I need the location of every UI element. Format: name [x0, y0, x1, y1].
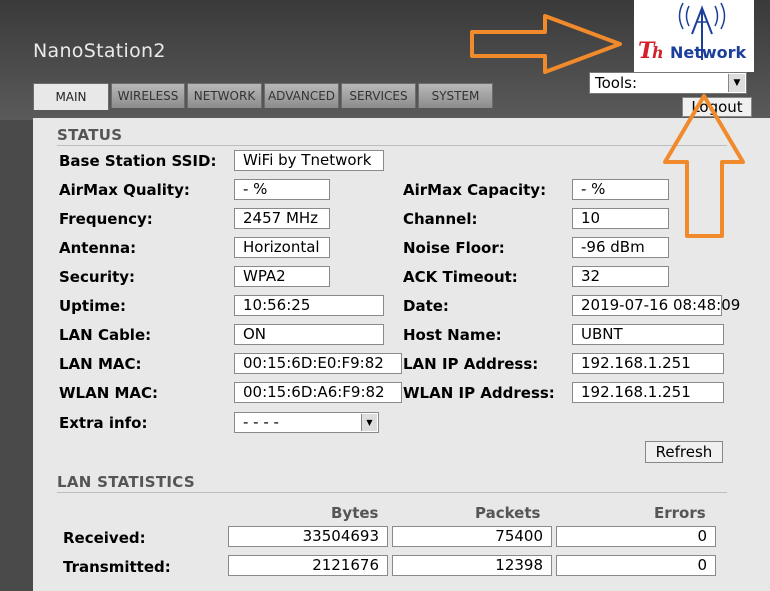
host-name-value: UBNT [572, 324, 724, 345]
lan-cable-value: ON [234, 324, 384, 345]
security-label: Security: [59, 268, 136, 286]
status-divider [57, 145, 727, 146]
tab-system[interactable]: SYSTEM [418, 83, 493, 108]
antenna-value: Horizontal [234, 237, 330, 258]
tab-main[interactable]: MAIN [33, 83, 109, 110]
logo-network-text: Network [670, 43, 747, 62]
airmax-quality-label: AirMax Quality: [59, 181, 190, 199]
antenna-label: Antenna: [59, 239, 137, 257]
main-content-panel: STATUS Base Station SSID: WiFi by Tnetwo… [33, 118, 770, 591]
received-label: Received: [63, 529, 146, 547]
tab-network[interactable]: NETWORK [187, 83, 262, 108]
uptime-label: Uptime: [59, 297, 127, 315]
lan-mac-value: 00:15:6D:E0:F9:82 [234, 353, 402, 374]
tnetwork-logo: T h Network [634, 0, 754, 72]
tools-selected-value: Tools: [595, 74, 638, 92]
transmitted-label: Transmitted: [63, 558, 171, 576]
host-name-label: Host Name: [403, 326, 502, 344]
airmax-capacity-label: AirMax Capacity: [403, 181, 547, 199]
tab-wireless[interactable]: WIRELESS [111, 83, 185, 108]
channel-value: 10 [572, 208, 669, 229]
tab-advanced[interactable]: ADVANCED [264, 83, 339, 108]
airmax-capacity-value: - % [572, 179, 669, 200]
noise-floor-label: Noise Floor: [403, 239, 505, 257]
lan-statistics-divider [57, 492, 727, 493]
ssid-label: Base Station SSID: [59, 152, 217, 170]
wlan-ip-label: WLAN IP Address: [403, 384, 555, 402]
wlan-ip-value: 192.168.1.251 [572, 382, 724, 403]
lan-ip-label: LAN IP Address: [403, 355, 539, 373]
extra-info-label: Extra info: [59, 414, 148, 432]
ack-timeout-value: 32 [572, 266, 669, 287]
wlan-mac-value: 00:15:6D:A6:F9:82 [234, 382, 402, 403]
extra-info-value: - - - - [243, 413, 279, 431]
bytes-column-header: Bytes [331, 504, 379, 522]
transmitted-errors: 0 [556, 555, 716, 576]
ssid-value: WiFi by Tnetwork [234, 150, 384, 171]
tools-dropdown[interactable]: Tools: ▼ [589, 72, 747, 94]
date-label: Date: [403, 297, 449, 315]
lan-ip-value: 192.168.1.251 [572, 353, 724, 374]
antenna-tower-icon: T h Network [638, 2, 747, 64]
security-value: WPA2 [234, 266, 330, 287]
logo-letter-h: h [652, 43, 664, 62]
chevron-down-icon[interactable]: ▼ [361, 414, 377, 431]
received-errors: 0 [556, 526, 716, 547]
extra-info-select[interactable]: - - - - ▼ [234, 412, 379, 433]
noise-floor-value: -96 dBm [572, 237, 669, 258]
errors-column-header: Errors [654, 504, 706, 522]
wlan-mac-label: WLAN MAC: [59, 384, 159, 402]
status-section-title: STATUS [57, 126, 123, 144]
frequency-value: 2457 MHz [234, 208, 330, 229]
packets-column-header: Packets [475, 504, 541, 522]
lan-cable-label: LAN Cable: [59, 326, 152, 344]
logout-button[interactable]: Logout [682, 97, 752, 117]
received-packets: 75400 [392, 526, 552, 547]
airmax-quality-value: - % [234, 179, 330, 200]
ack-timeout-label: ACK Timeout: [403, 268, 518, 286]
received-bytes: 33504693 [228, 526, 388, 547]
channel-label: Channel: [403, 210, 478, 228]
uptime-value: 10:56:25 [234, 295, 384, 316]
frequency-label: Frequency: [59, 210, 153, 228]
transmitted-packets: 12398 [392, 555, 552, 576]
chevron-down-icon[interactable]: ▼ [728, 74, 745, 92]
app-title: NanoStation2 [33, 40, 166, 62]
refresh-button[interactable]: Refresh [645, 441, 723, 463]
tab-bar: MAIN WIRELESS NETWORK ADVANCED SERVICES … [33, 83, 493, 110]
tab-services[interactable]: SERVICES [341, 83, 416, 108]
lan-statistics-title: LAN STATISTICS [57, 473, 195, 491]
lan-mac-label: LAN MAC: [59, 355, 142, 373]
transmitted-bytes: 2121676 [228, 555, 388, 576]
date-value: 2019-07-16 08:48:09 [572, 295, 740, 316]
